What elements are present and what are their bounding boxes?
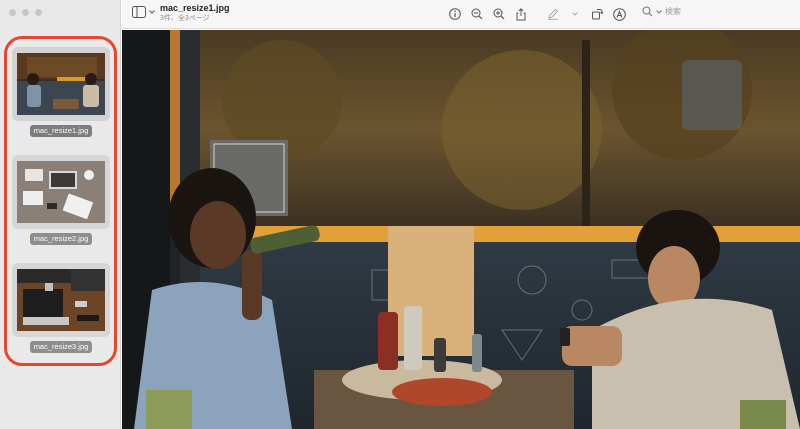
thumbnail-item[interactable]: mac_resize1.jpg (12, 47, 110, 137)
markup-options-button[interactable] (566, 5, 584, 23)
thumbnail-label: mac_resize1.jpg (29, 125, 93, 137)
zoom-out-icon (471, 8, 483, 20)
annotate-button[interactable] (610, 5, 628, 23)
sidebar-toggle-button[interactable] (132, 6, 155, 18)
thumbnail-frame (12, 47, 110, 121)
document-title-block: mac_resize1.jpg 3件、全3ページ (160, 3, 230, 24)
window-controls (9, 9, 42, 16)
thumbnail-list-highlight: mac_resize1.jpg mac_resize2.jpg mac_resi… (4, 36, 117, 366)
main-photo-cafe (122, 30, 800, 429)
thumbnail-image-cafe (17, 53, 105, 115)
thumbnail-item[interactable]: mac_resize3.jpg (12, 263, 110, 353)
thumbnail-label: mac_resize3.jpg (29, 341, 93, 353)
zoom-out-button[interactable] (468, 5, 486, 23)
info-icon (449, 8, 461, 20)
chevron-down-icon (572, 12, 578, 16)
search-placeholder: 検索 (665, 7, 681, 16)
thumbnail-frame (12, 263, 110, 337)
zoom-in-icon (493, 8, 505, 20)
sidebar: mac_resize1.jpg mac_resize2.jpg mac_resi… (0, 0, 121, 429)
thumbnail-item[interactable]: mac_resize2.jpg (12, 155, 110, 245)
rotate-button[interactable] (588, 5, 606, 23)
markup-button[interactable] (544, 5, 562, 23)
thumbnail-image-desk (17, 161, 105, 223)
search-field[interactable]: 検索 (642, 6, 681, 17)
search-icon (642, 6, 653, 17)
document-title: mac_resize1.jpg (160, 3, 230, 13)
zoom-window-button[interactable] (35, 9, 42, 16)
annotate-icon (612, 7, 626, 21)
info-button[interactable] (446, 5, 464, 23)
toolbar-icons (446, 5, 632, 23)
zoom-in-button[interactable] (490, 5, 508, 23)
toolbar: mac_resize1.jpg 3件、全3ページ 検索 (122, 0, 800, 29)
share-icon (516, 7, 526, 20)
image-viewer[interactable] (122, 30, 800, 429)
chevron-down-icon (149, 10, 155, 14)
sidebar-toggle-icon (132, 6, 146, 18)
document-subtitle: 3件、全3ページ (160, 15, 210, 22)
minimize-window-button[interactable] (22, 9, 29, 16)
chevron-down-icon (656, 9, 662, 14)
thumbnail-label: mac_resize2.jpg (29, 233, 93, 245)
thumbnail-frame (12, 155, 110, 229)
close-window-button[interactable] (9, 9, 16, 16)
markup-icon (548, 8, 559, 20)
rotate-icon (592, 9, 603, 20)
share-button[interactable] (512, 5, 530, 23)
thumbnail-image-laptop (17, 269, 105, 331)
